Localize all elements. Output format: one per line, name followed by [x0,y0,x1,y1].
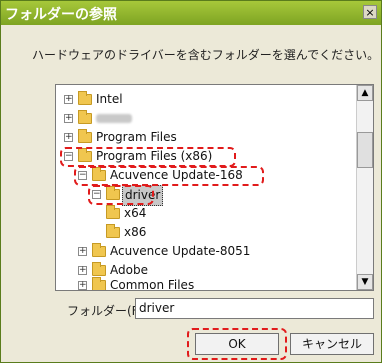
expand-icon[interactable]: + [78,266,87,275]
tree-item-label: Program Files [96,130,177,144]
folder-icon [92,243,106,257]
folder-icon [78,91,92,105]
highlight-acuvence-168 [74,166,264,186]
close-button[interactable]: × [363,5,377,19]
browse-folder-dialog: フォルダーの参照 × ハードウェアのドライバーを含むフォルダーを選んでください。… [0,0,382,363]
instruction-text: ハードウェアのドライバーを含むフォルダーを選んでください。 [32,48,380,62]
expand-icon[interactable]: + [78,247,87,256]
expand-icon[interactable]: + [64,133,73,142]
tree-item-label: x64 [124,206,147,220]
dialog-title: フォルダーの参照 [5,7,117,23]
folder-icon [78,110,92,124]
folder-icon [78,129,92,143]
cancel-button[interactable]: キャンセル [290,333,374,355]
tree-item-label: Intel [96,92,123,106]
folder-field-input[interactable]: driver [135,298,374,319]
tree-item-label: x86 [124,225,147,239]
expand-icon[interactable]: + [78,281,87,290]
tree-item-label: Acuvence Update-8051 [110,244,251,258]
scroll-up-button[interactable]: ▲ [357,85,373,101]
tree-scrollbar[interactable]: ▲ ▼ [356,85,373,290]
title-bar: フォルダーの参照 × [1,1,381,25]
folder-icon [106,224,120,238]
blurred-label [96,109,132,129]
highlight-ok-button [187,328,287,360]
folder-tree[interactable]: + Intel + + Program Files − Program File… [55,84,374,291]
expand-icon[interactable]: + [64,95,73,104]
folder-icon [92,262,106,276]
highlight-program-files-x86 [60,147,236,167]
folder-icon [106,205,120,219]
scroll-thumb[interactable] [357,132,373,168]
expand-icon[interactable]: + [64,114,73,123]
folder-icon [92,277,106,290]
tree-item-label: Common Files [110,278,195,291]
highlight-driver [88,185,154,205]
scroll-down-button[interactable]: ▼ [357,274,373,290]
